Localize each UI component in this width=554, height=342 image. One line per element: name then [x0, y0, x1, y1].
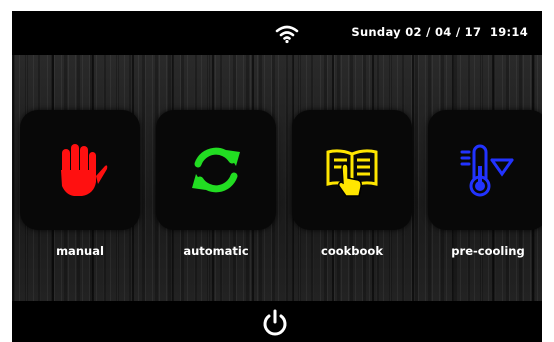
- pre-cooling-label: pre-cooling: [451, 244, 525, 258]
- date-time: Sunday 02 / 04 / 17 19:14: [351, 25, 528, 39]
- power-icon[interactable]: [261, 309, 289, 337]
- cookbook-label: cookbook: [321, 244, 383, 258]
- automatic-mode-button[interactable]: [156, 110, 276, 230]
- cookbook-mode-button[interactable]: [292, 110, 412, 230]
- open-book-touch-icon: [326, 149, 378, 197]
- automatic-label: automatic: [183, 244, 249, 258]
- manual-mode-button[interactable]: [20, 110, 140, 230]
- status-bar: Sunday 02 / 04 / 17 19:14: [12, 11, 542, 55]
- pre-cooling-mode-button[interactable]: [428, 110, 542, 230]
- oven-control-screen: Sunday 02 / 04 / 17 19:14 manual automat…: [12, 11, 542, 342]
- wood-background: manual automatic cookbook pre-cooling: [12, 55, 542, 301]
- bottom-bar: [12, 301, 542, 342]
- refresh-arrows-icon: [192, 147, 240, 193]
- wifi-icon: [275, 25, 299, 44]
- thermometer-down-icon: [460, 144, 514, 197]
- hand-stop-icon: [61, 144, 108, 196]
- manual-label: manual: [56, 244, 104, 258]
